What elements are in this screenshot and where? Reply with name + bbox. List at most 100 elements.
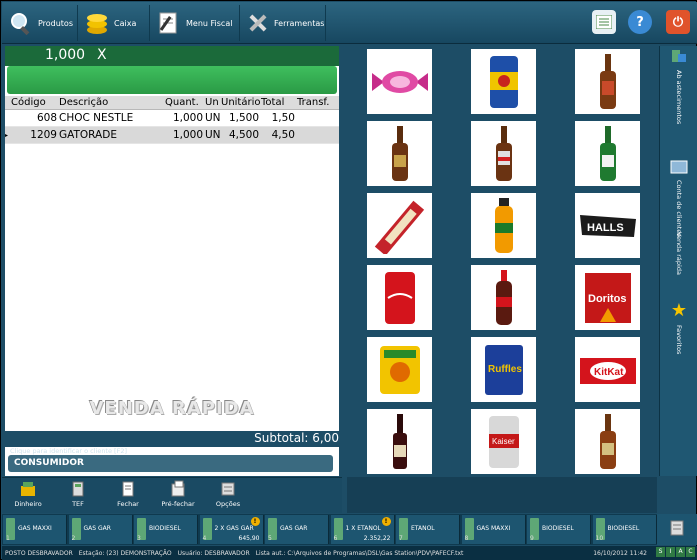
coins-icon — [84, 10, 110, 36]
coca-cola-lata-product[interactable] — [367, 265, 432, 330]
pre-fechar-button[interactable]: Pré-fechar — [156, 478, 200, 514]
col-codigo: Código — [11, 97, 46, 108]
pump-number: 4 — [202, 535, 207, 542]
svg-text:Doritos: Doritos — [588, 293, 627, 305]
kitkat-product[interactable]: KitKat — [575, 337, 640, 402]
status-lista: Lista aut.: C:\Arquivos de Programas\DSL… — [255, 549, 464, 557]
table-row[interactable]: ▸ 1209 GATORADE 1,000 UN 4,500 4,50 — [5, 127, 339, 144]
flag-i: I — [666, 547, 675, 557]
card-terminal-icon — [56, 478, 100, 500]
dinheiro-button[interactable]: Dinheiro — [6, 478, 50, 514]
halls-product[interactable]: HALLS — [575, 193, 640, 258]
power-icon[interactable]: ⏻ — [666, 10, 690, 34]
svg-text:Ruffles: Ruffles — [488, 364, 522, 375]
pump-4[interactable]: 2 X GAS GAR 4 645,90! — [199, 515, 264, 544]
receipt-icon — [106, 478, 150, 500]
pump-label: BIODIESEL — [542, 525, 574, 532]
pump-menu-button[interactable] — [657, 514, 697, 545]
pump-number: 1 — [6, 535, 10, 542]
pump-number: 5 — [268, 535, 272, 542]
options-icon — [206, 478, 250, 500]
pump-9[interactable]: BIODIESEL 9 — [527, 515, 591, 544]
kaiser-lata-product[interactable]: Kaiser — [471, 409, 536, 474]
vinho-product[interactable] — [367, 409, 432, 474]
cerveja-garrafa-verde-product[interactable] — [575, 121, 640, 186]
produtos-button[interactable]: Produtos — [4, 5, 78, 41]
status-estacao: Estação: (23) DEMONSTRAÇÃO — [78, 549, 172, 557]
cerveja-long-neck-product[interactable] — [575, 49, 640, 114]
table-row[interactable]: 608 CHOC NESTLE 1,000 UN 1,500 1,50 — [5, 110, 339, 127]
tab-abastecimentos[interactable]: Ab astecimentos — [660, 48, 697, 158]
status-datetime: 16/10/2012 11:42 — [593, 549, 647, 557]
col-quant: Quant. — [165, 97, 199, 108]
pump-5[interactable]: GAS GAR 5 — [265, 515, 329, 544]
fechar-button[interactable]: Fechar — [106, 478, 150, 514]
status-posto: POSTO DESBRAVADOR — [5, 549, 73, 557]
pump-10[interactable]: BIODIESEL 10 — [592, 515, 657, 544]
pump-7[interactable]: ETANOL 7 — [396, 515, 460, 544]
opcoes-button[interactable]: Opções — [206, 478, 250, 514]
coca-cola-garrafa-product[interactable] — [471, 265, 536, 330]
cerveja-garrafa-1-product[interactable] — [367, 121, 432, 186]
pump-label: BIODIESEL — [149, 525, 181, 532]
pump-label: GAS MAXXI — [18, 525, 52, 532]
pump-3[interactable]: BIODIESEL 3 — [134, 515, 198, 544]
col-un: Un — [205, 97, 219, 108]
pump-bar: GAS MAXXI 1 GAS GAR 2 BIODIESEL 3 2 X GAS GAR 4… — [2, 514, 697, 545]
sale-panel: 1,000 X Código Descrição Quant. Un Unitá… — [5, 46, 339, 476]
side-tabs: Ab astecimentos Conta de clientes Venda … — [659, 46, 697, 476]
pump-8[interactable]: GAS MAXXI 8 — [461, 515, 526, 544]
svg-text:KitKat: KitKat — [594, 367, 624, 378]
action-bar: Dinheiro TEF Fechar Pré-fechar Opções — [2, 477, 342, 513]
pump-number: 6 — [333, 535, 338, 542]
svg-text:HALLS: HALLS — [587, 222, 624, 234]
client-field[interactable]: CONSUMIDOR — [8, 455, 333, 472]
ferramentas-button[interactable]: Ferramentas — [242, 5, 326, 41]
warning-icon: ! — [381, 517, 391, 526]
product-grid: HALLS Doritos Ruffles KitKat Kaiser — [347, 46, 657, 476]
col-transf: Transf. — [297, 97, 330, 108]
multiply-label: X — [97, 47, 107, 63]
cerveja-lata-product[interactable] — [471, 49, 536, 114]
search-icon — [8, 10, 34, 36]
grid-header: Código Descrição Quant. Un Unitário Tota… — [5, 96, 339, 110]
action-bar-right — [347, 477, 657, 513]
pump-6[interactable]: 1 X ETANOL 6 2.352,22! — [330, 515, 395, 544]
col-total: Total — [261, 97, 285, 108]
pump-number: 10 — [595, 535, 604, 542]
doritos-product[interactable]: Doritos — [575, 265, 640, 330]
pump-number: 9 — [530, 535, 534, 542]
subtotal: Subtotal: 6,00 — [5, 431, 339, 447]
gatorade-product[interactable] — [471, 193, 536, 258]
pump-icon — [670, 48, 688, 66]
ruffles-product[interactable]: Ruffles — [471, 337, 536, 402]
barcode-input[interactable] — [7, 66, 337, 94]
bala-product[interactable] — [367, 49, 432, 114]
caixa-button[interactable]: Caixa — [80, 5, 150, 41]
cerveja-garrafa-2-product[interactable] — [471, 121, 536, 186]
items-grid: Código Descrição Quant. Un Unitário Tota… — [5, 96, 339, 144]
salgadinho-product[interactable] — [367, 337, 432, 402]
pump-number: 2 — [71, 535, 76, 542]
pump-2[interactable]: GAS GAR 2 — [68, 515, 133, 544]
quantity-value: 1,000 — [45, 47, 86, 63]
pump-label: BIODIESEL — [607, 525, 640, 532]
pump-1[interactable]: GAS MAXXI 1 — [3, 515, 67, 544]
menu-fiscal-button[interactable]: Menu Fiscal — [152, 5, 240, 41]
tab-venda-rapida[interactable]: Venda rápida — [660, 228, 697, 298]
client-hint: Clique para identificar o cliente [F2] — [10, 447, 127, 455]
pump-number: 3 — [137, 535, 141, 542]
tef-button[interactable]: TEF — [56, 478, 100, 514]
pump-number: 7 — [399, 535, 403, 542]
cerveja-garrafa-3-product[interactable] — [575, 409, 640, 474]
help-icon[interactable]: ? — [628, 10, 652, 34]
flag-c: C — [686, 547, 695, 557]
chocolate-product[interactable] — [367, 193, 432, 258]
pre-receipt-icon — [156, 478, 200, 500]
list-icon[interactable] — [592, 10, 616, 34]
pump-label: GAS GAR — [83, 525, 111, 532]
tab-favoritos[interactable]: ★ Favoritos — [660, 300, 697, 380]
pump-label: GAS MAXXI — [476, 525, 511, 532]
svg-text:Kaiser: Kaiser — [492, 437, 515, 446]
pump-label: ETANOL — [411, 525, 435, 532]
